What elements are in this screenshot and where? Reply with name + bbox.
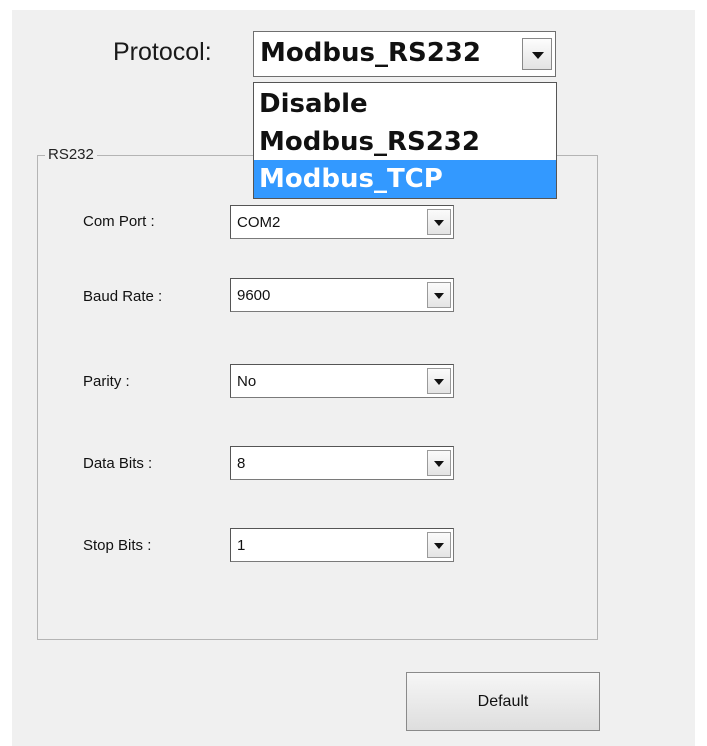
- data-bits-select[interactable]: 8: [230, 446, 454, 480]
- com-port-select[interactable]: COM2: [230, 205, 454, 239]
- chevron-down-icon[interactable]: [427, 209, 451, 235]
- com-port-value: COM2: [237, 214, 281, 231]
- protocol-dropdown-list: Disable Modbus_RS232 Modbus_TCP: [253, 82, 557, 199]
- baud-rate-label: Baud Rate :: [83, 288, 163, 305]
- parity-value: No: [237, 373, 257, 390]
- protocol-select-value: Modbus_RS232: [260, 38, 481, 68]
- chevron-down-icon[interactable]: [522, 38, 552, 70]
- protocol-option-modbus-rs232[interactable]: Modbus_RS232: [254, 123, 556, 161]
- data-bits-value: 8: [237, 455, 246, 472]
- protocol-label: Protocol:: [113, 38, 212, 66]
- baud-rate-select[interactable]: 9600: [230, 278, 454, 312]
- com-port-label: Com Port :: [83, 213, 155, 230]
- protocol-select[interactable]: Modbus_RS232: [253, 31, 556, 77]
- stop-bits-label: Stop Bits :: [83, 537, 152, 554]
- chevron-down-icon[interactable]: [427, 450, 451, 476]
- protocol-option-disable[interactable]: Disable: [254, 85, 556, 123]
- data-bits-label: Data Bits :: [83, 455, 153, 472]
- default-button[interactable]: Default: [406, 672, 600, 731]
- stop-bits-value: 1: [237, 537, 246, 554]
- rs232-group-title: RS232: [45, 146, 97, 163]
- chevron-down-icon[interactable]: [427, 282, 451, 308]
- protocol-option-modbus-tcp[interactable]: Modbus_TCP: [254, 160, 556, 198]
- chevron-down-icon[interactable]: [427, 532, 451, 558]
- chevron-down-icon[interactable]: [427, 368, 451, 394]
- parity-label: Parity :: [83, 373, 130, 390]
- baud-rate-value: 9600: [237, 287, 271, 304]
- stop-bits-select[interactable]: 1: [230, 528, 454, 562]
- parity-select[interactable]: No: [230, 364, 454, 398]
